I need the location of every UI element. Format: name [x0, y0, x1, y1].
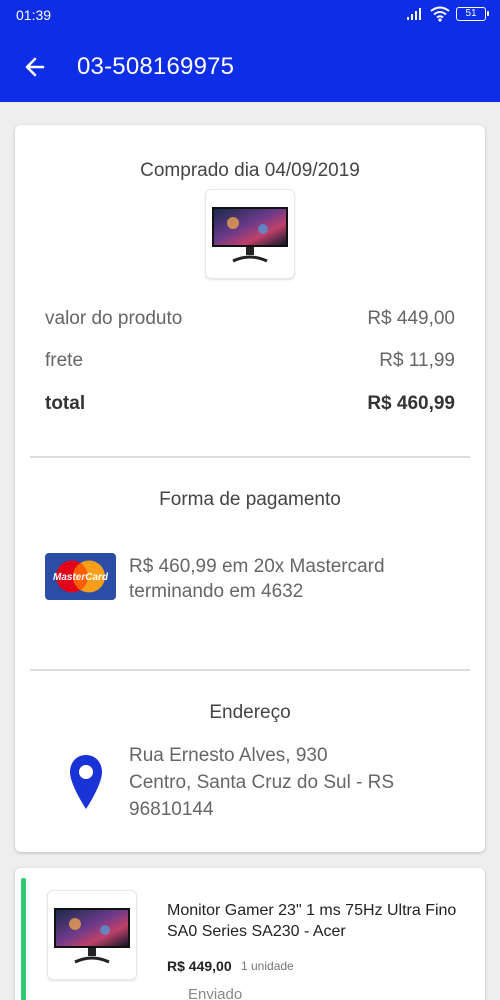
arrow-left-icon — [25, 57, 45, 77]
signal-icon — [407, 8, 421, 20]
item-thumbnail — [47, 890, 137, 980]
location-pin-icon — [70, 755, 102, 809]
monitor-image — [212, 207, 288, 263]
shipping-amount: R$ 11,99 — [379, 350, 455, 371]
payment-line-2: terminando em 4632 — [129, 581, 304, 602]
address-line-3: 96810144 — [129, 799, 214, 820]
address-line-1: Rua Ernesto Alves, 930 — [129, 745, 328, 766]
payment-description: R$ 460,99 em 20x Mastercard terminando e… — [129, 554, 469, 604]
back-button[interactable] — [18, 50, 52, 84]
shipping-label: frete — [45, 350, 84, 371]
order-item-card[interactable]: Monitor Gamer 23" 1 ms 75Hz Ultra Fino S… — [15, 868, 485, 1000]
status-accent-bar — [21, 878, 26, 1000]
monitor-image — [54, 908, 130, 964]
item-status: Enviado — [188, 986, 243, 1000]
item-quantity: 1 unidade — [241, 959, 294, 973]
payment-section-title: Forma de pagamento — [159, 489, 341, 510]
status-time: 01:39 — [16, 7, 52, 23]
product-thumbnail[interactable] — [205, 189, 295, 279]
status-icons: 51 — [406, 6, 489, 22]
status-bar: 01:39 51 — [0, 0, 500, 32]
battery-level: 51 — [465, 8, 477, 19]
total-label: total — [45, 393, 86, 414]
divider — [30, 456, 470, 458]
page-title: 03-508169975 — [77, 53, 235, 80]
order-details-card: Comprado dia 04/09/2019 valor do produto… — [15, 125, 485, 852]
item-price: R$ 449,00 — [167, 958, 232, 974]
wifi-icon — [430, 6, 450, 22]
divider — [30, 669, 470, 671]
address-line-2: Centro, Santa Cruz do Sul - RS — [129, 772, 395, 793]
card-brand-text: MasterCard — [53, 572, 109, 583]
purchase-date: Comprado dia 04/09/2019 — [140, 160, 360, 181]
payment-line-1: R$ 460,99 em 20x Mastercard — [129, 556, 385, 577]
mastercard-logo: MasterCard — [45, 553, 116, 600]
item-name: Monitor Gamer 23" 1 ms 75Hz Ultra Fino S… — [167, 902, 457, 940]
product-value-label: valor do produto — [45, 308, 183, 329]
product-value-amount: R$ 449,00 — [367, 308, 455, 329]
address-section-title: Endereço — [209, 702, 291, 723]
app-bar: 03-508169975 — [0, 32, 500, 102]
battery-icon: 51 — [456, 7, 489, 21]
total-amount: R$ 460,99 — [367, 393, 455, 414]
delivery-address: Rua Ernesto Alves, 930 Centro, Santa Cru… — [129, 742, 469, 823]
mastercard-icon: MasterCard — [53, 560, 109, 593]
